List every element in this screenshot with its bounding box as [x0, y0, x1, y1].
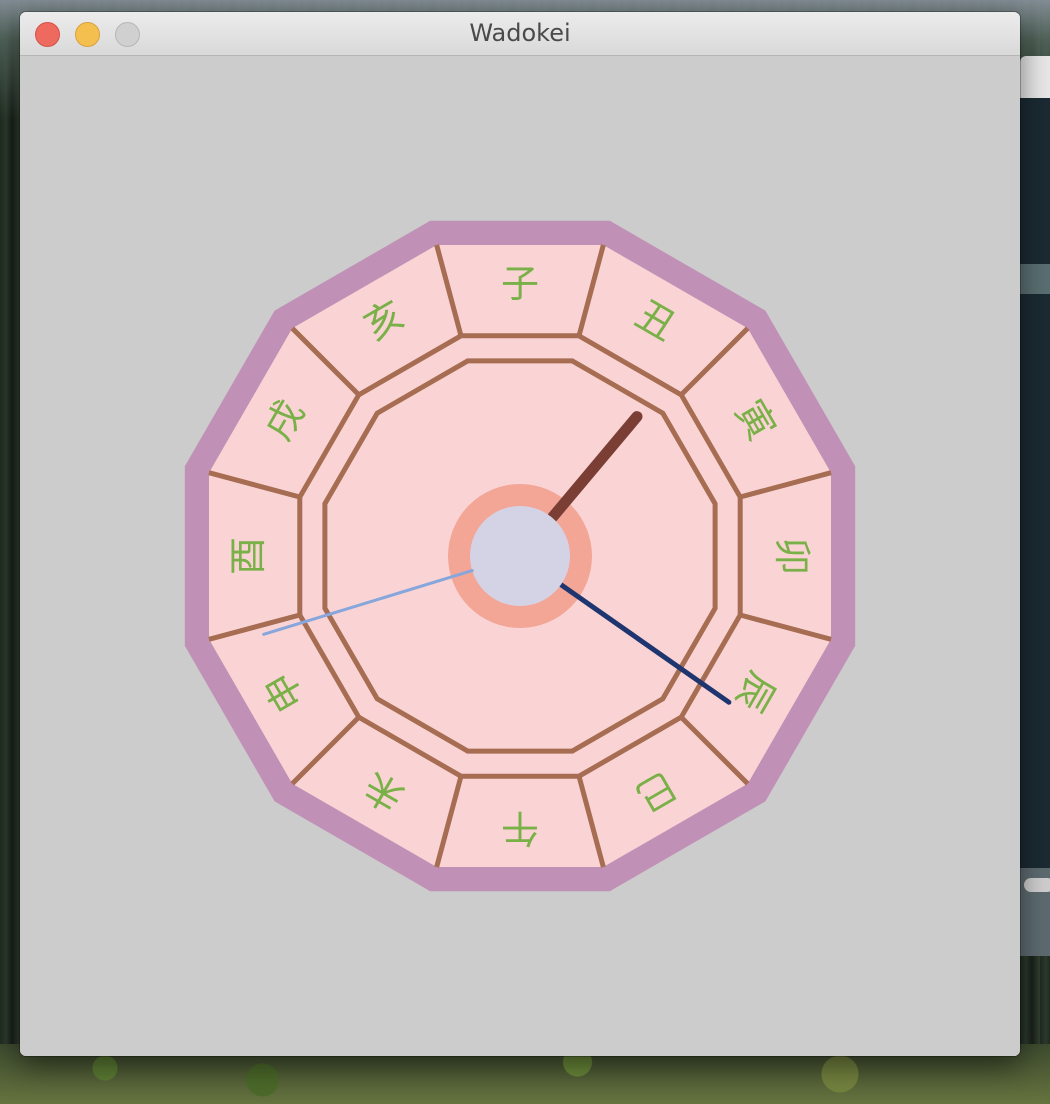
background-window-band [1020, 264, 1050, 294]
wadokei-clock: 子丑寅卯辰巳午未申酉戌亥 [184, 220, 856, 892]
hour-label: 酉 [226, 537, 270, 575]
clock-canvas: 子丑寅卯辰巳午未申酉戌亥 [20, 56, 1020, 1056]
window-titlebar[interactable]: Wadokei [20, 12, 1020, 56]
window-title: Wadokei [469, 19, 571, 47]
hour-label: 卯 [770, 537, 814, 575]
background-window-titlebar[interactable] [1020, 56, 1050, 98]
hour-label: 午 [501, 806, 539, 850]
hour-label: 子 [501, 262, 539, 306]
wadokei-window: Wadokei 子丑寅卯辰巳午未申酉戌亥 [20, 12, 1020, 1056]
clock-hub-center [470, 506, 570, 606]
background-window-scrollbar[interactable] [1024, 878, 1050, 892]
background-window[interactable] [1020, 56, 1050, 956]
